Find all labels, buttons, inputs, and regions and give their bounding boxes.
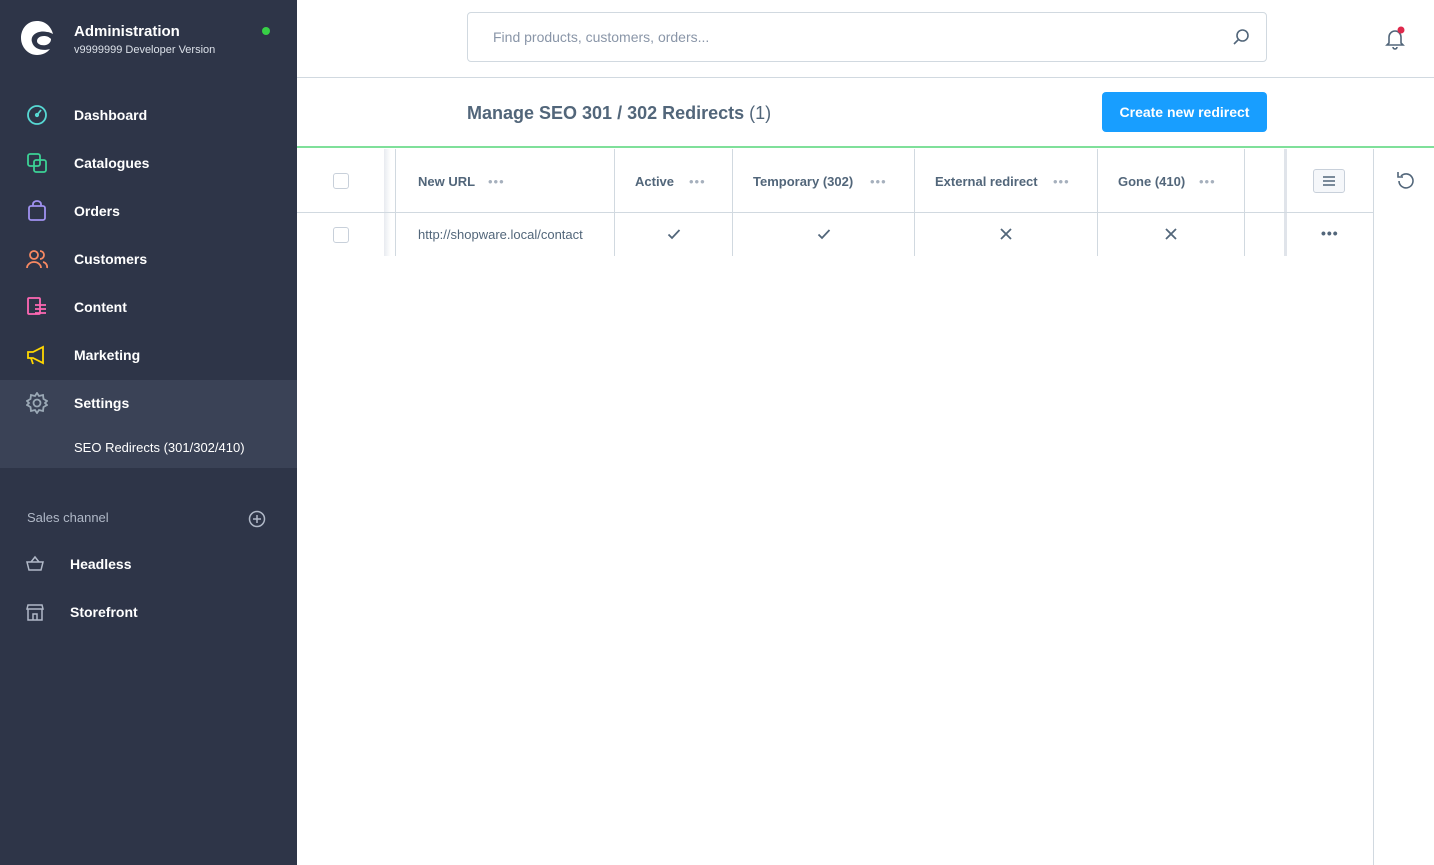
notification-bell-icon[interactable] xyxy=(1383,26,1407,50)
column-label: Temporary (302) xyxy=(753,174,854,189)
sales-channel-headless[interactable]: Headless xyxy=(0,540,297,588)
storefront-icon xyxy=(26,604,44,621)
smart-bar: Manage SEO 301 / 302 Redirects (1) Creat… xyxy=(297,78,1434,148)
check-icon xyxy=(667,229,681,240)
cell-gone xyxy=(1098,213,1245,256)
cell-temporary xyxy=(733,213,915,256)
dashboard-icon xyxy=(27,105,47,125)
brand-version: v9999999 Developer Version xyxy=(74,44,216,56)
basket-icon xyxy=(26,555,44,571)
sidebar-subitem-seo-redirects[interactable]: SEO Redirects (301/302/410) xyxy=(0,428,297,468)
cross-icon xyxy=(1000,228,1012,240)
column-menu-icon[interactable]: ••• xyxy=(1199,174,1216,189)
shopware-logo-icon xyxy=(21,21,53,55)
cell-new-url: http://shopware.local/contact xyxy=(398,213,615,256)
cell-external xyxy=(915,213,1098,256)
sidebar-item-label: Dashboard xyxy=(74,107,148,123)
catalogues-icon xyxy=(27,153,47,173)
sidebar-item-customers[interactable]: Customers xyxy=(0,236,297,284)
grid-header: New URL ••• Active ••• Temporary (302) •… xyxy=(297,149,1374,213)
column-label: Gone (410) xyxy=(1118,174,1186,189)
table-row[interactable]: http://shopware.local/contact ••• xyxy=(297,213,1374,256)
column-label: External redirect xyxy=(935,174,1038,189)
reload-icon[interactable] xyxy=(1395,170,1417,192)
page-title-text: Manage SEO 301 / 302 Redirects xyxy=(467,103,745,123)
column-menu-icon[interactable]: ••• xyxy=(488,174,505,189)
search-placeholder: Find products, customers, orders... xyxy=(493,29,710,45)
sidebar-item-label: Orders xyxy=(74,203,120,219)
sidebar-item-label: Content xyxy=(74,299,127,315)
check-icon xyxy=(817,229,831,240)
select-all-cell xyxy=(297,149,384,212)
column-header-active[interactable]: Active ••• xyxy=(615,149,733,212)
row-select-cell xyxy=(297,213,384,256)
top-bar: Find products, customers, orders... xyxy=(297,0,1434,78)
online-status-dot xyxy=(262,27,270,35)
grid-settings-button[interactable] xyxy=(1313,169,1345,193)
sidebar-item-content[interactable]: Content xyxy=(0,284,297,332)
marketing-icon xyxy=(27,345,44,365)
sidebar-item-dashboard[interactable]: Dashboard xyxy=(0,92,297,140)
column-label: Active xyxy=(635,174,675,189)
sidebar-item-catalogues[interactable]: Catalogues xyxy=(0,140,297,188)
column-label: New URL xyxy=(418,174,476,189)
row-select-checkbox[interactable] xyxy=(333,227,349,243)
sidebar-item-orders[interactable]: Orders xyxy=(0,188,297,236)
column-header-gone[interactable]: Gone (410) ••• xyxy=(1098,149,1245,212)
cross-icon xyxy=(1165,228,1177,240)
sales-channel-header: Sales channel xyxy=(27,510,109,525)
row-actions-icon[interactable]: ••• xyxy=(1321,225,1339,241)
add-sales-channel-icon[interactable] xyxy=(248,510,266,528)
redirects-grid: New URL ••• Active ••• Temporary (302) •… xyxy=(297,149,1374,865)
customers-icon xyxy=(26,250,48,269)
sales-channel-label: Storefront xyxy=(70,604,138,620)
menu-lines-icon xyxy=(1323,176,1335,186)
sidebar-item-marketing[interactable]: Marketing xyxy=(0,332,297,380)
orders-icon xyxy=(28,200,46,221)
admin-sidebar: Administration v9999999 Developer Versio… xyxy=(0,0,297,865)
sidebar-item-label: Catalogues xyxy=(74,155,150,171)
column-menu-icon[interactable]: ••• xyxy=(870,174,887,189)
global-search-input[interactable]: Find products, customers, orders... xyxy=(467,12,1267,62)
sidebar-subitem-label: SEO Redirects (301/302/410) xyxy=(74,440,245,455)
new-url-value: http://shopware.local/contact xyxy=(418,227,583,242)
brand-title: Administration xyxy=(74,23,180,40)
column-header-temporary[interactable]: Temporary (302) ••• xyxy=(733,149,915,212)
page-title: Manage SEO 301 / 302 Redirects (1) xyxy=(467,103,771,124)
select-all-checkbox[interactable] xyxy=(333,173,349,189)
cell-active xyxy=(615,213,733,256)
column-header-new-url[interactable]: New URL ••• xyxy=(398,149,615,212)
content-icon xyxy=(27,297,46,315)
sidebar-item-settings[interactable]: Settings xyxy=(0,380,297,428)
settings-icon xyxy=(26,392,48,414)
sidebar-item-label: Settings xyxy=(74,395,130,411)
column-header-external[interactable]: External redirect ••• xyxy=(915,149,1098,212)
sales-channel-storefront[interactable]: Storefront xyxy=(0,588,297,636)
search-icon[interactable] xyxy=(1232,28,1250,46)
sidebar-item-label: Customers xyxy=(74,251,148,267)
create-redirect-button[interactable]: Create new redirect xyxy=(1102,92,1267,132)
sales-channel-label: Headless xyxy=(70,556,132,572)
column-menu-icon[interactable]: ••• xyxy=(1053,174,1070,189)
brand-header[interactable]: Administration v9999999 Developer Versio… xyxy=(0,0,297,80)
column-menu-icon[interactable]: ••• xyxy=(689,174,706,189)
sidebar-item-label: Marketing xyxy=(74,347,141,363)
page-title-count: (1) xyxy=(749,103,772,123)
